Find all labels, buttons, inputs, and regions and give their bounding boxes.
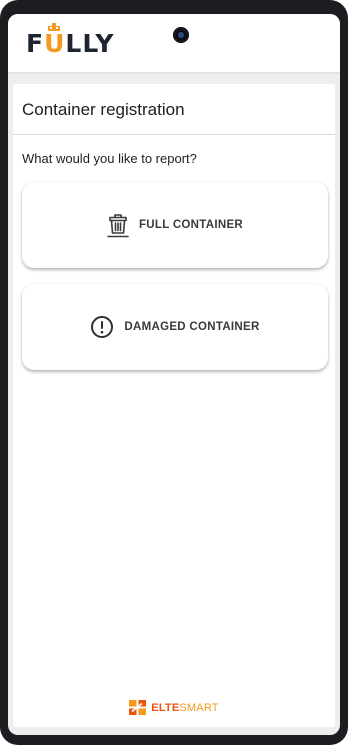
full-container-button[interactable]: FULL CONTAINER xyxy=(22,182,328,268)
fully-logo: F U LLY xyxy=(26,22,115,58)
trash-bin-icon xyxy=(107,214,129,238)
logo-text-accent: U xyxy=(44,22,65,56)
front-camera xyxy=(173,27,189,43)
page-title: Container registration xyxy=(13,84,335,135)
alert-circle-icon xyxy=(91,316,114,338)
full-container-label: FULL CONTAINER xyxy=(138,219,244,231)
logo-bin-lid-icon xyxy=(48,22,61,31)
logo-text-prefix: F xyxy=(26,28,45,58)
damaged-container-button[interactable]: DAMAGED CONTAINER xyxy=(22,284,328,370)
device-frame: F U LLY Container registration What woul… xyxy=(0,0,348,745)
app-header: F U LLY xyxy=(8,14,340,72)
logo-text-suffix: LLY xyxy=(65,28,115,58)
eltesmart-brand: ELTE SMART xyxy=(13,700,335,715)
damaged-container-label: DAMAGED CONTAINER xyxy=(124,321,260,333)
report-question: What would you like to report? xyxy=(22,151,197,166)
screen: F U LLY Container registration What woul… xyxy=(8,14,340,735)
brand-text-elte: ELTE xyxy=(151,701,180,714)
brand-text-smart: SMART xyxy=(179,701,219,714)
registration-card: Container registration What would you li… xyxy=(13,84,335,727)
eltesmart-logo-icon xyxy=(129,700,147,715)
